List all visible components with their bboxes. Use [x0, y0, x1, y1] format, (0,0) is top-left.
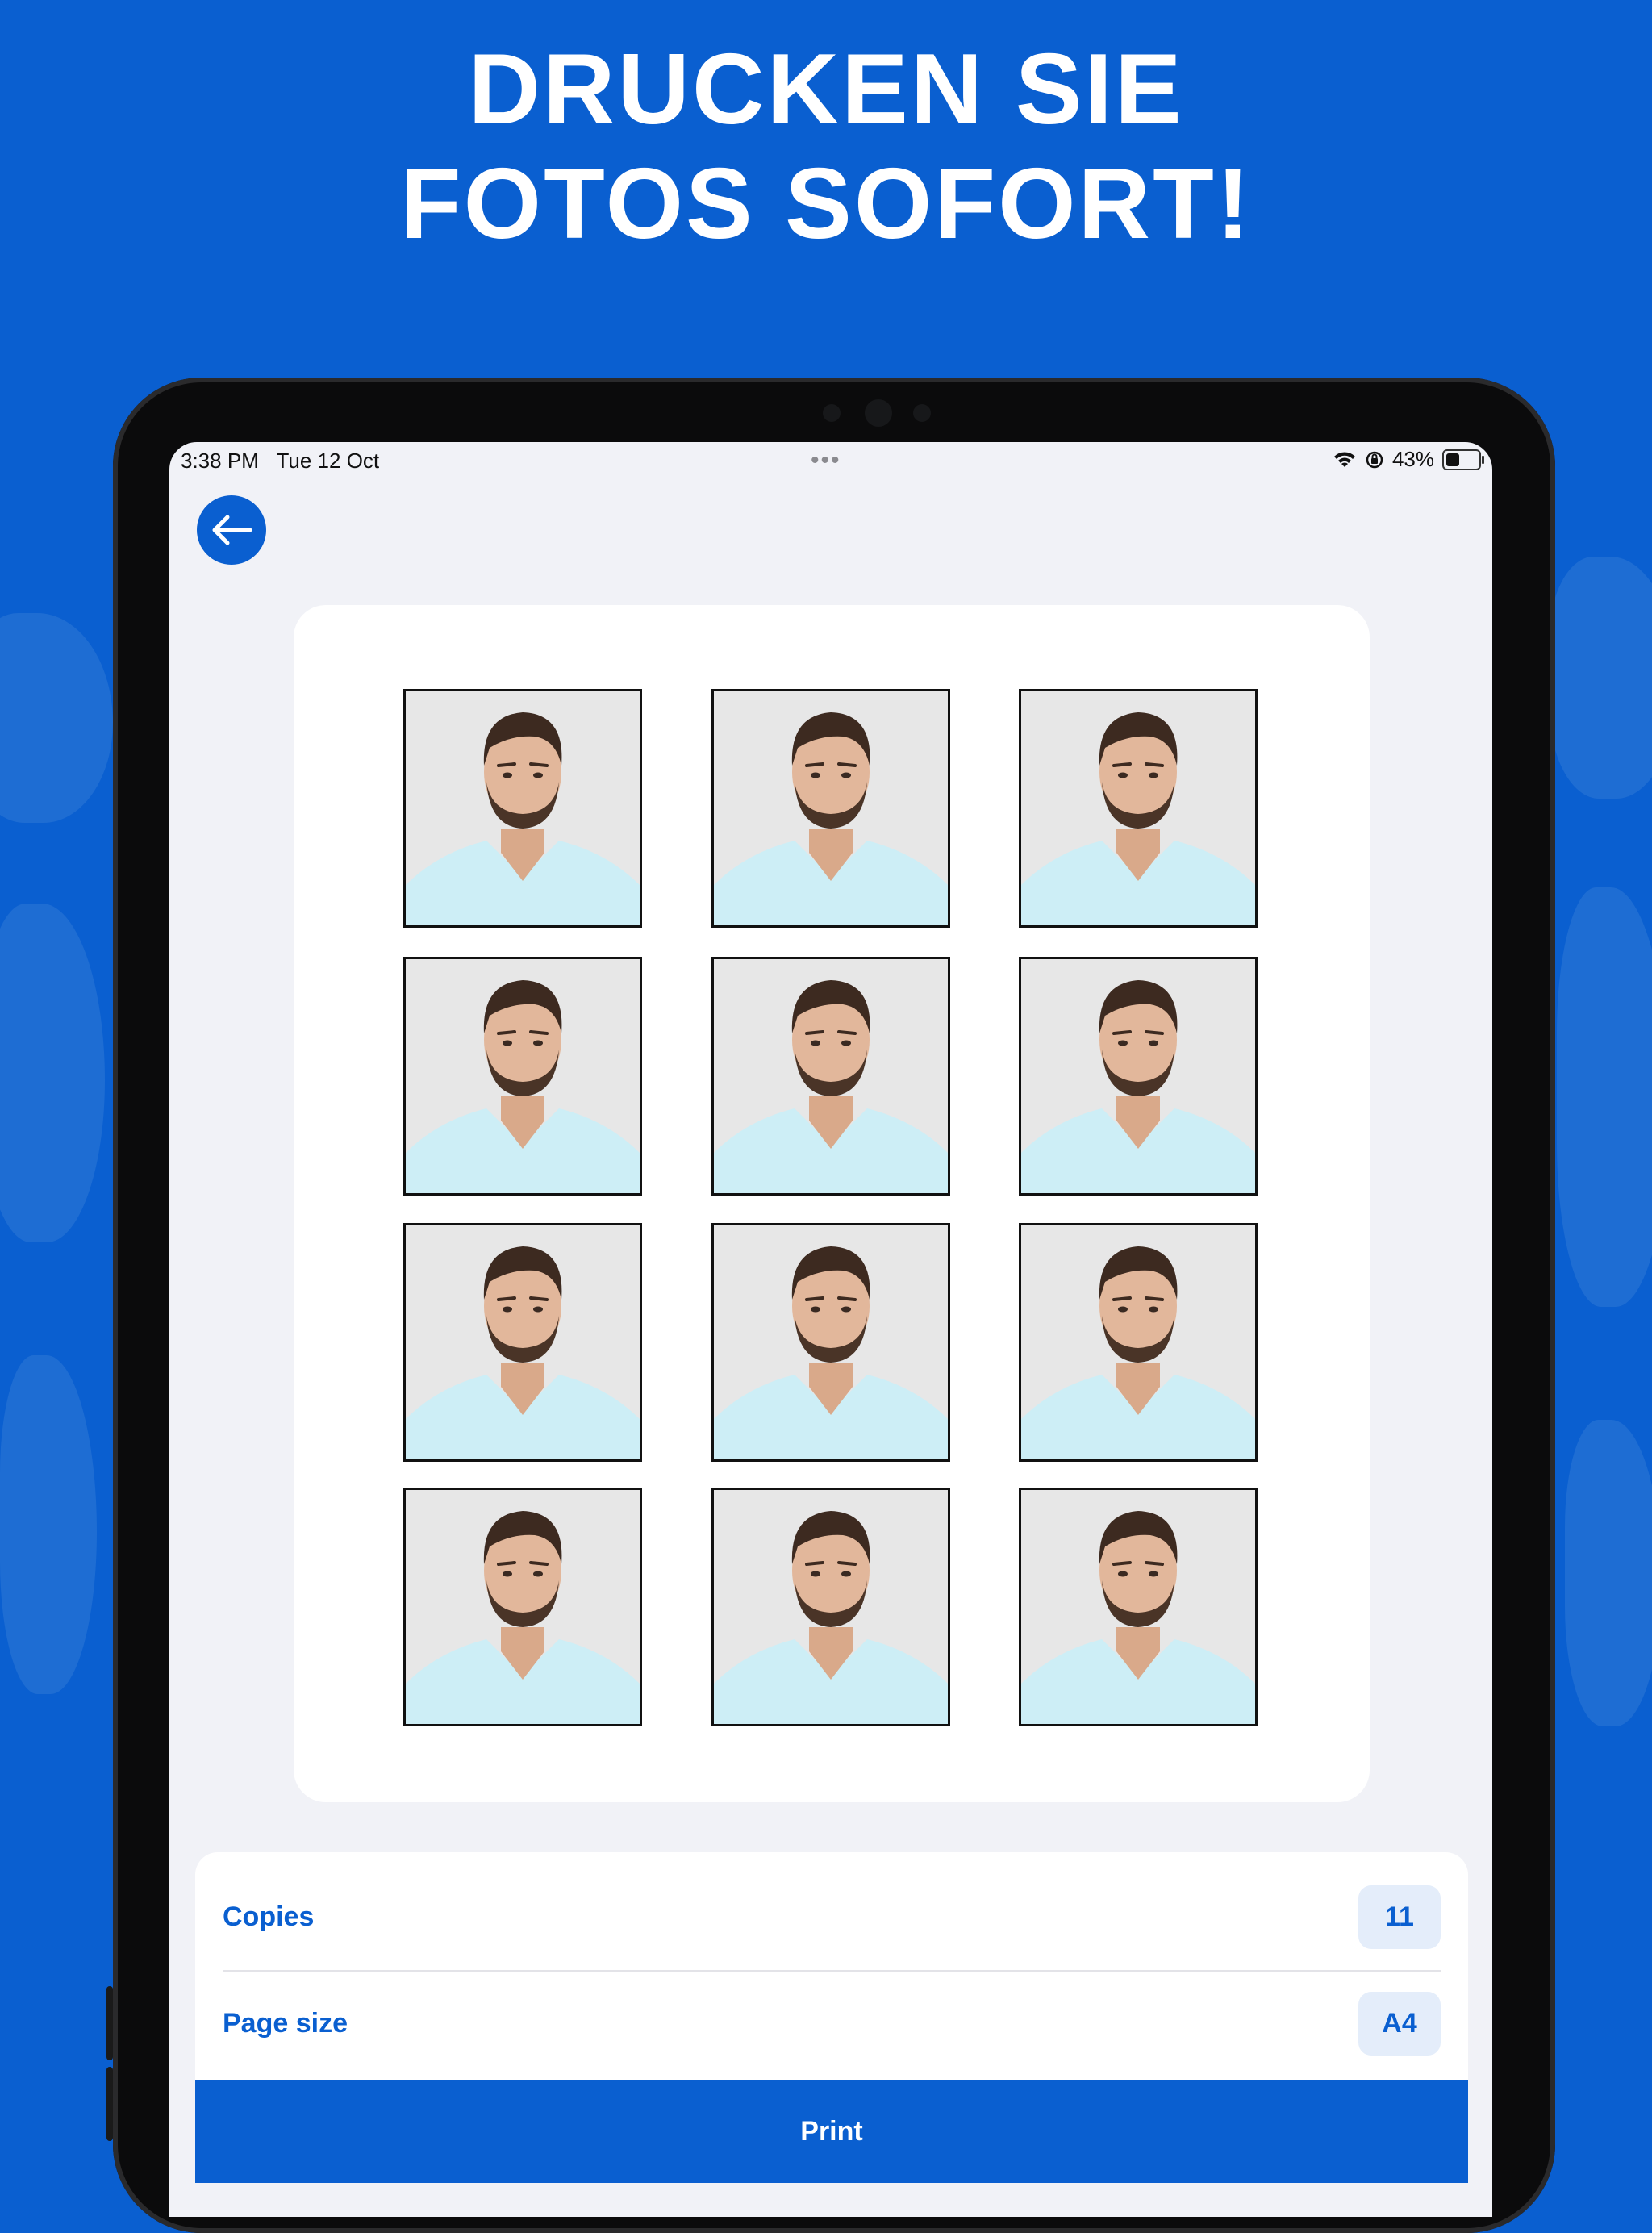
world-map-decoration [1557, 887, 1652, 1307]
passport-photo [1019, 689, 1258, 928]
world-map-decoration [0, 1355, 97, 1694]
passport-photo [711, 1488, 950, 1726]
world-map-decoration [1565, 1420, 1652, 1726]
print-button[interactable]: Print [195, 2080, 1468, 2183]
headline: DRUCKEN SIE FOTOS SOFORT! [0, 32, 1652, 261]
world-map-decoration [1549, 557, 1652, 799]
copies-value[interactable]: 11 [1358, 1884, 1441, 1949]
world-map-decoration [0, 613, 113, 823]
print-preview-sheet [294, 605, 1370, 1802]
orientation-lock-icon [1366, 451, 1383, 468]
passport-photo [403, 957, 642, 1196]
status-bar: 3:38 PM Tue 12 Oct ••• 43% [169, 442, 1492, 478]
headline-line-2: FOTOS SOFORT! [399, 148, 1253, 260]
passport-photo [403, 1488, 642, 1726]
camera-icon [823, 404, 841, 422]
passport-photo [1019, 1223, 1258, 1462]
copies-row[interactable]: Copies 11 [223, 1864, 1441, 1970]
battery-percentage: 43% [1391, 447, 1434, 471]
volume-button [106, 2067, 113, 2141]
world-map-decoration [0, 904, 105, 1242]
page-size-value[interactable]: A4 [1358, 1991, 1441, 2056]
passport-photo [711, 1223, 950, 1462]
wifi-icon [1333, 451, 1355, 467]
camera-icon [913, 404, 931, 422]
headline-line-1: DRUCKEN SIE [468, 34, 1184, 145]
page-size-label: Page size [223, 2007, 348, 2039]
print-settings-panel: Copies 11 Page size A4 Print [195, 1852, 1468, 2183]
passport-photo [711, 957, 950, 1196]
back-button[interactable] [197, 495, 266, 565]
camera-icon [865, 399, 892, 427]
app-screen: 3:38 PM Tue 12 Oct ••• 43% Copies 11 Pag… [169, 442, 1492, 2217]
page-size-row[interactable]: Page size A4 [223, 1970, 1441, 2076]
passport-photo [1019, 1488, 1258, 1726]
status-right: 43% [1333, 447, 1484, 472]
passport-photo [1019, 957, 1258, 1196]
status-time-date: 3:38 PM Tue 12 Oct [181, 449, 380, 473]
passport-photo [403, 689, 642, 928]
passport-photo [711, 689, 950, 928]
battery-icon [1442, 449, 1484, 470]
arrow-left-icon [212, 515, 252, 545]
copies-label: Copies [223, 1901, 315, 1932]
volume-button [106, 1986, 113, 2060]
multitasking-dots-icon[interactable]: ••• [811, 447, 841, 474]
passport-photo [403, 1223, 642, 1462]
